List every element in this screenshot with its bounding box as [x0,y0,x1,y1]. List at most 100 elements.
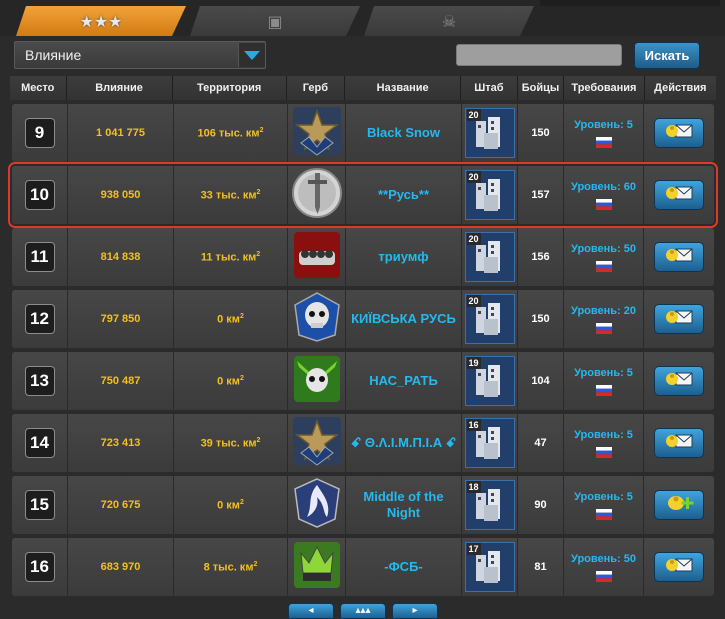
table-row[interactable]: 9 1 041 775 106 тыс. км2 Black Snow 20 150 Уро… [12,104,714,162]
cell-hq: 20 [462,166,518,224]
requirement-level: Уровень: 60 [571,180,636,193]
message-clan-button[interactable] [654,180,704,210]
table-row[interactable]: 11 814 838 11 тыс. км2 триумф 20 156 Уровень: … [12,228,714,286]
cell-name: триумф [346,228,462,286]
table-row[interactable]: 13 750 487 0 км2 НАС_РАТЬ 19 104 Уровень: 5 [12,352,714,410]
requirement-level: Уровень: 5 [574,366,633,379]
territory-value: 33 тыс. км2 [200,188,261,202]
mail-icon [664,308,694,331]
clan-crest-icon[interactable] [291,353,343,410]
headquarters-icon[interactable]: 18 [464,480,515,530]
message-clan-button[interactable] [654,428,704,458]
col-place[interactable]: Место [10,76,67,100]
cell-name: Black Snow [346,104,462,162]
clan-name-link[interactable]: триумф [376,249,430,265]
cell-fighters: 104 [518,352,564,410]
influence-value: 814 838 [100,251,141,263]
clan-name-link[interactable]: ꗃ Θ.Λ.Ι.Μ.Π.Ι.Α ꗃ [349,435,458,451]
clan-crest-icon[interactable] [291,415,343,472]
cell-actions [644,228,714,286]
clan-name-link[interactable]: Black Snow [365,125,442,141]
table-row[interactable]: 14 723 413 39 тыс. км2 ꗃ Θ.Λ.Ι.Μ.Π.Ι.Α ꗃ 16 4… [12,414,714,472]
table-row[interactable]: 12 797 850 0 км2 КИЇВСЬКА РУСЬ 20 150 Уровень:… [12,290,714,348]
hq-level: 17 [466,543,481,555]
table-row[interactable]: 10 938 050 33 тыс. км2 **Русь** 20 157 Уровень… [8,162,718,228]
clan-name-link[interactable]: НАС_РАТЬ [367,373,440,389]
col-influence[interactable]: Влияние [66,76,173,100]
cell-actions [644,414,714,472]
clan-crest-icon[interactable] [291,291,343,348]
cell-requirements: Уровень: 5 [564,476,644,534]
territory-value: 0 км2 [217,374,244,388]
tab-headquarters[interactable]: ▣ [190,6,360,36]
clan-name-link[interactable]: КИЇВСЬКА РУСЬ [349,311,458,327]
headquarters-icon[interactable]: 19 [464,356,515,406]
stars-icon: ★★★ [79,11,123,31]
mail-icon [664,246,694,269]
clan-crest-icon[interactable] [291,477,343,534]
cell-name: НАС_РАТЬ [346,352,462,410]
message-clan-button[interactable] [654,366,704,396]
fighters-count: 81 [534,561,547,573]
sort-select[interactable]: Влияние [14,41,266,69]
message-clan-button[interactable] [654,304,704,334]
clan-crest-icon[interactable] [291,229,343,286]
prev-page-button[interactable]: ◂ [288,603,334,619]
sort-select-value: Влияние [25,47,82,63]
headquarters-icon[interactable]: 20 [464,232,515,282]
mail-icon [664,556,694,579]
message-clan-button[interactable] [654,118,704,148]
cell-requirements: Уровень: 5 [564,414,644,472]
table-row[interactable]: 15 720 675 0 км2 Middle of the Night 18 90 Уро… [12,476,714,534]
cell-fighters: 47 [518,414,564,472]
headquarters-icon[interactable]: 17 [464,542,515,592]
col-hq[interactable]: Штаб [461,76,518,100]
headquarters-icon[interactable]: 16 [464,418,515,468]
cell-hq: 20 [462,290,518,348]
next-page-button[interactable]: ▸ [392,603,438,619]
territory-value: 8 тыс. км2 [203,560,258,574]
col-name[interactable]: Название [345,76,462,100]
message-clan-button[interactable] [654,242,704,272]
col-requirements[interactable]: Требования [564,76,645,100]
mail-icon [664,432,694,455]
cell-fighters: 81 [518,538,564,596]
cell-territory: 0 км2 [174,290,288,348]
headquarters-icon[interactable]: 20 [464,294,515,344]
cell-place: 10 [12,166,68,224]
search-button[interactable]: Искать [634,42,700,69]
clan-crest-icon[interactable] [291,167,343,224]
russia-flag-icon [595,384,612,396]
cell-territory: 11 тыс. км2 [174,228,288,286]
cell-territory: 106 тыс. км2 [174,104,288,162]
clan-name-link[interactable]: Middle of the Night [346,489,461,521]
russia-flag-icon [595,446,612,458]
requirement-level: Уровень: 5 [574,428,633,441]
clan-crest-icon[interactable] [291,539,343,596]
message-clan-button[interactable] [654,552,704,582]
join-clan-button[interactable] [654,490,704,520]
tab-spacer [540,0,720,6]
search-input[interactable] [456,44,622,66]
cell-hq: 20 [462,228,518,286]
tab-clans[interactable]: ☠ [364,6,534,36]
table-row[interactable]: 16 683 970 8 тыс. км2 -ФСБ- 17 81 Уровень: 50 [12,538,714,596]
headquarters-icon[interactable]: 20 [464,108,515,158]
russia-flag-icon [595,570,612,582]
col-fighters[interactable]: Бойцы [517,76,565,100]
top-page-button[interactable]: ▴▴▴ [340,603,386,619]
chevron-down-icon[interactable] [238,43,265,67]
russia-flag-icon [595,508,612,520]
requirement-level: Уровень: 20 [571,304,636,317]
headquarters-icon[interactable]: 20 [464,170,515,220]
mail-icon [664,370,694,393]
col-territory[interactable]: Территория [172,76,287,100]
cell-hq: 16 [462,414,518,472]
skull-wings-icon: ☠ [441,11,457,31]
clan-name-link[interactable]: -ФСБ- [382,559,425,575]
clan-crest-icon[interactable] [291,105,343,162]
cell-fighters: 90 [518,476,564,534]
clan-name-link[interactable]: **Русь** [376,187,431,203]
territory-value: 106 тыс. км2 [197,126,264,140]
tab-rating[interactable]: ★★★ [16,6,186,36]
